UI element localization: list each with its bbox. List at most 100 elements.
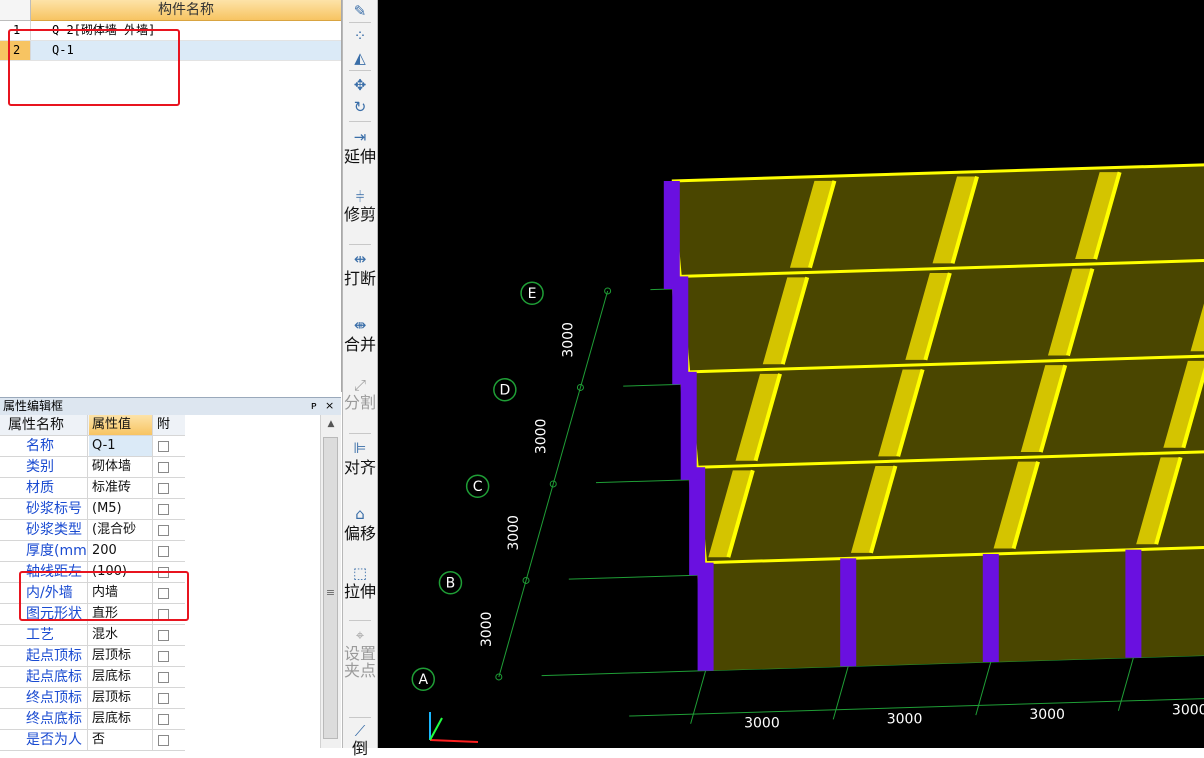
- component-list-corner: [0, 0, 31, 21]
- column[interactable]: [689, 467, 706, 576]
- break-button[interactable]: 打断: [343, 270, 377, 287]
- property-row[interactable]: 砂浆类型 (混合砂: [0, 520, 185, 541]
- property-name: 是否为人: [0, 730, 88, 750]
- chamfer-button[interactable]: 倒: [343, 740, 377, 757]
- close-icon[interactable]: ×: [325, 398, 334, 414]
- column[interactable]: [672, 276, 689, 385]
- merge-button[interactable]: 合并: [343, 336, 377, 353]
- axis-label: A: [418, 672, 428, 688]
- split-button[interactable]: 分割: [343, 394, 377, 411]
- scroll-thumb[interactable]: ≡: [323, 437, 338, 739]
- align-button[interactable]: 对齐: [343, 459, 377, 476]
- property-value[interactable]: 混水: [89, 625, 153, 645]
- scroll-up-arrow-icon[interactable]: ▲: [321, 415, 341, 433]
- property-editor-titlebar[interactable]: 属性编辑框 ᴘ ×: [0, 397, 341, 415]
- attach-checkbox[interactable]: [158, 735, 169, 746]
- trim-button[interactable]: 修剪: [343, 206, 377, 223]
- rotate-icon[interactable]: ↻: [343, 96, 377, 118]
- property-value[interactable]: (M5): [89, 499, 153, 519]
- attach-checkbox[interactable]: [158, 441, 169, 452]
- offset-button[interactable]: 偏移: [343, 525, 377, 542]
- column[interactable]: [982, 554, 999, 663]
- set-grip-icon[interactable]: ⌖: [343, 624, 377, 646]
- property-value[interactable]: 200: [89, 541, 153, 561]
- toolbar-separator: [349, 433, 371, 434]
- property-value[interactable]: 层底标: [89, 709, 153, 729]
- attach-checkbox[interactable]: [158, 630, 169, 641]
- extend-button[interactable]: 延伸: [343, 148, 377, 165]
- stretch-icon[interactable]: ⬚: [343, 562, 377, 584]
- column[interactable]: [697, 562, 714, 671]
- dimension-text: 3000: [561, 322, 577, 358]
- property-editor-title: 属性编辑框: [3, 399, 64, 413]
- property-row[interactable]: 起点顶标 层顶标: [0, 646, 185, 667]
- align-icon[interactable]: ⊫: [343, 437, 377, 459]
- property-name: 砂浆类型: [0, 520, 88, 540]
- toolbar-separator: [349, 22, 371, 23]
- property-row[interactable]: 工艺 混水: [0, 625, 185, 646]
- column[interactable]: [663, 181, 680, 289]
- mirror-icon[interactable]: ◭: [343, 47, 377, 69]
- axis-label: E: [528, 286, 537, 302]
- column[interactable]: [680, 371, 697, 480]
- column[interactable]: [1125, 549, 1142, 658]
- axis-label: D: [499, 383, 510, 399]
- property-value[interactable]: 层顶标: [89, 688, 153, 708]
- column[interactable]: [840, 558, 857, 667]
- property-value[interactable]: 层顶标: [89, 646, 153, 666]
- property-row[interactable]: 名称 Q-1: [0, 436, 185, 457]
- property-scrollbar[interactable]: ▲ ≡: [320, 415, 341, 748]
- dimension-text: 3000: [1172, 703, 1204, 719]
- pin-icon[interactable]: ᴘ: [311, 398, 317, 414]
- property-name: 起点顶标: [0, 646, 88, 666]
- move-icon[interactable]: ✥: [343, 74, 377, 96]
- attach-checkbox[interactable]: [158, 483, 169, 494]
- offset-icon[interactable]: ⌂: [343, 503, 377, 525]
- column-header-name: 属性名称: [0, 415, 88, 435]
- break-icon[interactable]: ⇹: [343, 248, 377, 270]
- property-value[interactable]: 砌体墙: [89, 457, 153, 477]
- property-row[interactable]: 终点底标 层底标: [0, 709, 185, 730]
- edit-toolbar: ✎ ⁘ ◭ ✥ ↻ ⇥ 延伸 ⫩ 修剪 ⇹ 打断 ⇼ 合并 ⤢ 分割 ⊫ 对齐 …: [342, 0, 378, 757]
- merge-icon[interactable]: ⇼: [343, 314, 377, 336]
- attach-checkbox[interactable]: [158, 672, 169, 683]
- set-grip-button[interactable]: 设置夹点: [343, 645, 377, 679]
- axis-gizmo-y: [429, 717, 443, 741]
- property-row[interactable]: 终点顶标 层顶标: [0, 688, 185, 709]
- attach-checkbox[interactable]: [158, 714, 169, 725]
- property-value[interactable]: Q-1: [89, 436, 153, 456]
- 3d-viewport[interactable]: E D C B A 3000 3000 3000 3000 3000 3000 3000 3000: [378, 0, 1204, 748]
- property-value[interactable]: 标准砖: [89, 478, 153, 498]
- attach-checkbox[interactable]: [158, 504, 169, 515]
- red-highlight-box: [19, 571, 189, 621]
- dimension-text: 3000: [744, 716, 780, 732]
- property-value[interactable]: (混合砂: [89, 520, 153, 540]
- property-row[interactable]: 类别 砌体墙: [0, 457, 185, 478]
- property-value[interactable]: 层底标: [89, 667, 153, 687]
- toolbar-separator: [349, 717, 371, 718]
- property-value[interactable]: 否: [89, 730, 153, 750]
- property-name: 终点顶标: [0, 688, 88, 708]
- component-name-header[interactable]: 构件名称: [31, 0, 341, 21]
- stretch-button[interactable]: 拉伸: [343, 583, 377, 600]
- column-header-value: 属性值: [89, 415, 153, 435]
- property-row[interactable]: 厚度(mm 200: [0, 541, 185, 562]
- brush-icon[interactable]: ✎: [343, 0, 377, 22]
- attach-checkbox[interactable]: [158, 651, 169, 662]
- extend-icon[interactable]: ⇥: [343, 126, 377, 148]
- attach-checkbox[interactable]: [158, 462, 169, 473]
- dimension-line: [579, 290, 609, 388]
- scroll-grip-icon: ≡: [325, 586, 336, 599]
- attach-checkbox[interactable]: [158, 693, 169, 704]
- property-row[interactable]: 起点底标 层底标: [0, 667, 185, 688]
- attach-checkbox[interactable]: [158, 546, 169, 557]
- dimension-line: [552, 387, 581, 485]
- building-floor: [671, 164, 1204, 563]
- property-row[interactable]: 砂浆标号 (M5): [0, 499, 185, 520]
- attach-checkbox[interactable]: [158, 525, 169, 536]
- 3d-wall-model[interactable]: E D C B A 3000 3000 3000 3000 3000 3000 3000 3000: [378, 0, 1204, 748]
- property-row[interactable]: 材质 标准砖: [0, 478, 185, 499]
- dimension-line: [498, 580, 527, 678]
- property-name: 工艺: [0, 625, 88, 645]
- copy-icon[interactable]: ⁘: [343, 25, 377, 47]
